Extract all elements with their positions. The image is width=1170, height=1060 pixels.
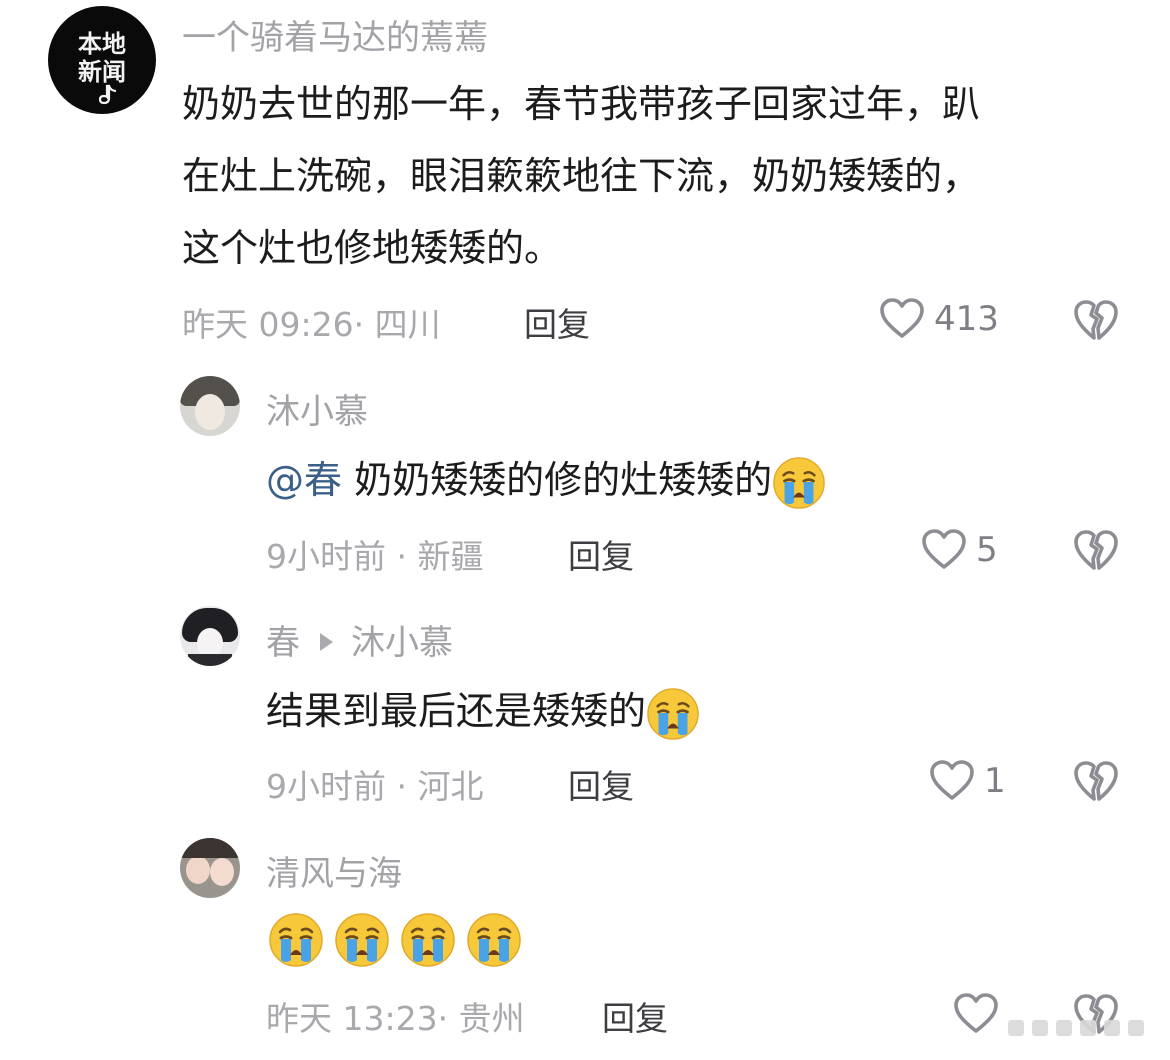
broken-heart-icon[interactable] <box>1072 757 1120 805</box>
heart-outline-icon <box>928 757 976 805</box>
crying-face-emoji <box>268 912 324 968</box>
crying-face-emoji <box>334 912 390 968</box>
comment-time-location: 9小时前 · 新疆 <box>266 537 484 576</box>
comment-time-location: 9小时前 · 河北 <box>266 767 484 806</box>
username[interactable]: 一个骑着马达的蔫蔫 <box>182 10 488 59</box>
avatar-person-right <box>210 858 234 886</box>
reply-button[interactable]: 回复 <box>602 992 668 1040</box>
comment-text: 结果到最后还是矮矮的 <box>266 675 700 747</box>
like-count: 5 <box>976 530 998 570</box>
crying-face-emoji <box>400 912 456 968</box>
avatar-logo-text: 本地 新闻 <box>78 30 126 86</box>
avatar-collar <box>188 654 232 666</box>
crying-face-emoji <box>466 912 522 968</box>
avatar[interactable]: 本地 新闻 <box>48 6 156 114</box>
avatar-hair <box>180 838 240 858</box>
heart-outline-icon[interactable] <box>952 990 1000 1038</box>
reply-button[interactable]: 回复 <box>568 530 634 578</box>
watermark-logo <box>1008 1020 1144 1036</box>
comment-text: @春 奶奶矮矮的修的灶矮矮的 <box>266 444 826 516</box>
avatar-person-left <box>186 856 210 884</box>
heart-outline-icon <box>920 526 968 574</box>
comment-text: 奶奶去世的那一年，春节我带孩子回家过年，趴 在灶上洗碗，眼泪簌簌地往下流，奶奶矮… <box>182 82 981 270</box>
like-button[interactable]: 1 <box>928 756 1006 806</box>
avatar[interactable] <box>180 606 240 666</box>
crying-face-emoji <box>772 456 826 510</box>
reply-arrow-icon <box>320 632 333 651</box>
like-button[interactable]: 5 <box>920 525 998 575</box>
broken-heart-icon[interactable] <box>1072 526 1120 574</box>
broken-heart-icon[interactable] <box>1072 296 1120 344</box>
avatar-face <box>195 394 225 430</box>
username[interactable]: 清风与海 <box>266 846 402 895</box>
like-button[interactable]: 413 <box>878 294 999 344</box>
like-count: 413 <box>934 299 999 339</box>
tiktok-note-icon <box>98 84 117 105</box>
like-count: 1 <box>984 761 1006 801</box>
heart-outline-icon <box>878 295 926 343</box>
avatar[interactable] <box>180 838 240 898</box>
emoji-row <box>268 912 522 968</box>
crying-face-emoji <box>646 687 700 741</box>
reply-button[interactable]: 回复 <box>568 760 634 808</box>
mention-link[interactable]: @春 <box>266 458 342 502</box>
username[interactable]: 沐小慕 <box>266 384 368 433</box>
avatar[interactable] <box>180 376 240 436</box>
reply-button[interactable]: 回复 <box>524 298 590 346</box>
username[interactable]: 春沐小慕 <box>266 615 453 664</box>
comment-time-location: 昨天 13:23· 贵州 <box>266 999 525 1038</box>
comment-time-location: 昨天 09:26· 四川 <box>182 305 441 344</box>
